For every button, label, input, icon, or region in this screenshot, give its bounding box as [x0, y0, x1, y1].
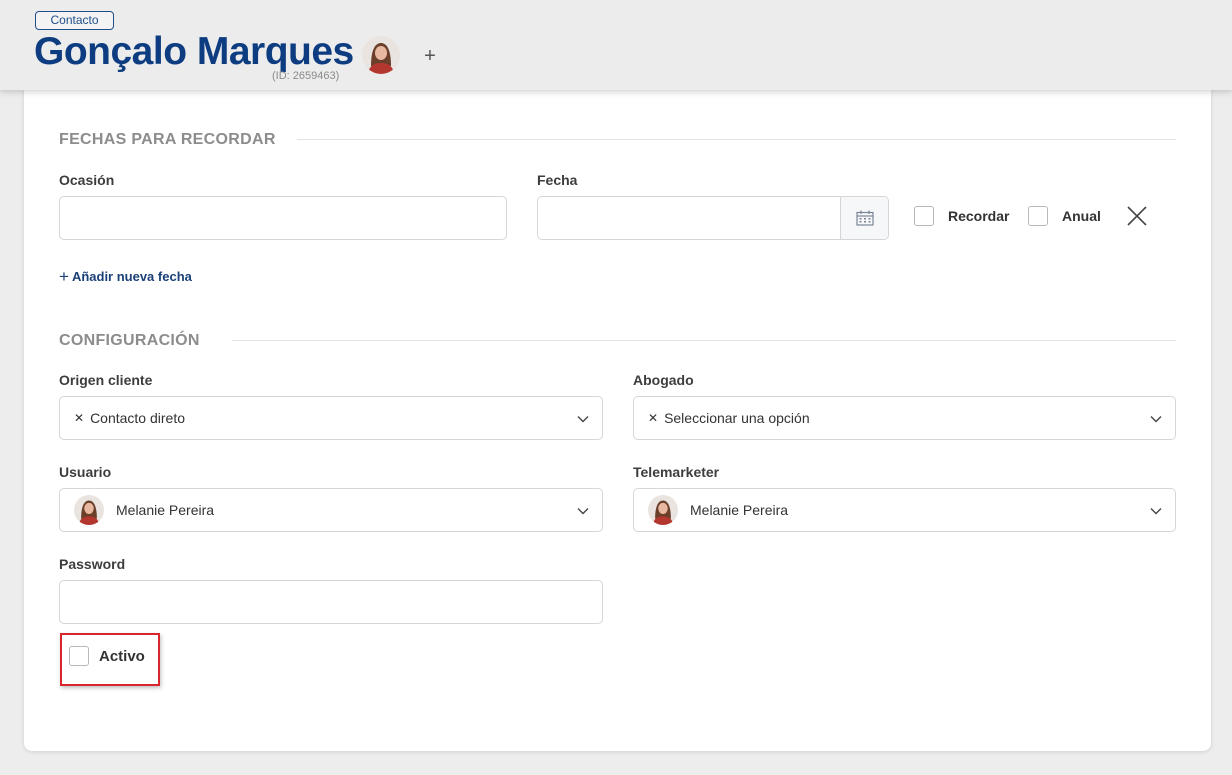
contact-form-card: FECHAS PARA RECORDAR Ocasión Fecha Recor… — [24, 88, 1211, 751]
origin-select[interactable]: ✕ Contacto direto — [59, 396, 603, 440]
chevron-down-icon — [1150, 508, 1162, 515]
contact-id: (ID: 2659463) — [272, 70, 340, 82]
plus-icon[interactable]: + — [421, 44, 439, 68]
annual-label: Anual — [1062, 208, 1101, 224]
avatar — [74, 495, 104, 525]
section-divider — [297, 139, 1176, 140]
telemarketer-label: Telemarketer — [633, 464, 720, 480]
section-title-config: CONFIGURACIÓN — [59, 332, 200, 349]
user-select[interactable]: Melanie Pereira — [59, 488, 603, 532]
remember-checkbox[interactable] — [914, 206, 934, 226]
occasion-input[interactable] — [59, 196, 507, 240]
contact-avatar[interactable] — [362, 36, 400, 74]
add-date-label: Añadir nueva fecha — [71, 269, 192, 284]
plus-icon: + — [59, 266, 69, 286]
date-label: Fecha — [537, 172, 578, 188]
active-checkbox[interactable] — [69, 646, 89, 666]
contact-header: Contacto Gonçalo Marques (ID: 2659463) + — [0, 0, 1232, 90]
add-date-link[interactable]: + Añadir nueva fecha — [59, 266, 192, 286]
annual-checkbox[interactable] — [1028, 206, 1048, 226]
password-input[interactable] — [59, 580, 603, 624]
password-label: Password — [59, 556, 126, 572]
active-label: Activo — [99, 647, 145, 665]
origin-value: Contacto direto — [90, 410, 186, 426]
lawyer-select[interactable]: ✕ Seleccionar una opción — [633, 396, 1176, 440]
active-checkbox-group: Activo — [69, 646, 145, 666]
user-value: Melanie Pereira — [116, 502, 215, 518]
annual-checkbox-group: Anual — [1028, 206, 1101, 226]
contact-name: Gonçalo Marques — [34, 30, 354, 73]
lawyer-value: Seleccionar una opción — [664, 410, 810, 426]
calendar-icon[interactable] — [840, 197, 888, 239]
section-divider — [232, 340, 1176, 341]
close-icon[interactable] — [1125, 204, 1149, 228]
avatar — [648, 495, 678, 525]
lawyer-label: Abogado — [633, 372, 694, 388]
user-label: Usuario — [59, 464, 112, 480]
contact-type-badge: Contacto — [35, 11, 114, 30]
remember-label: Recordar — [948, 208, 1010, 224]
date-input[interactable] — [537, 196, 889, 240]
origin-label: Origen cliente — [59, 372, 153, 388]
telemarketer-value: Melanie Pereira — [690, 502, 789, 518]
chevron-down-icon — [577, 416, 589, 423]
section-title-dates: FECHAS PARA RECORDAR — [59, 131, 276, 148]
clear-selection-icon[interactable]: ✕ — [648, 411, 658, 425]
occasion-label: Ocasión — [59, 172, 115, 188]
chevron-down-icon — [1150, 416, 1162, 423]
clear-selection-icon[interactable]: ✕ — [74, 411, 84, 425]
chevron-down-icon — [577, 508, 589, 515]
remember-checkbox-group: Recordar — [914, 206, 1009, 226]
telemarketer-select[interactable]: Melanie Pereira — [633, 488, 1176, 532]
